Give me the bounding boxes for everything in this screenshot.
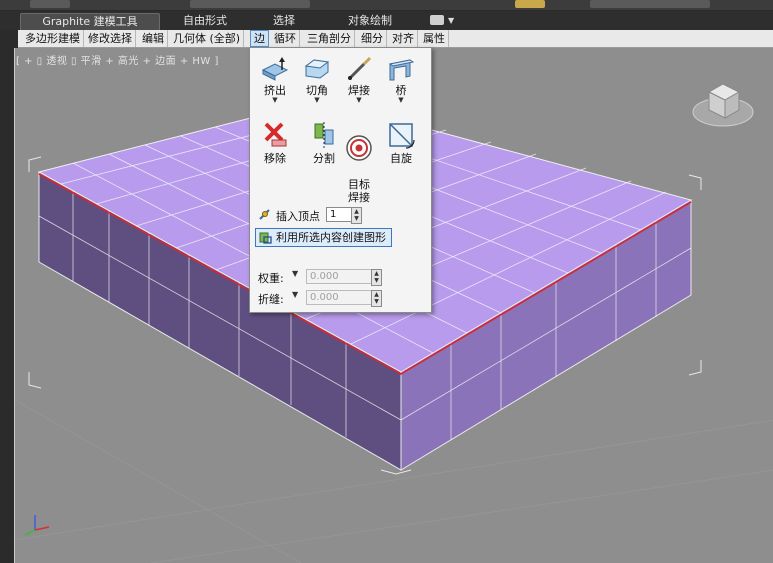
- insert-vertex-button[interactable]: 插入顶点: [276, 208, 320, 224]
- weld-icon: [348, 56, 372, 80]
- tab-selection[interactable]: 选择: [262, 13, 306, 29]
- target-weld-icon: [346, 135, 372, 161]
- create-shape-icon: [259, 232, 272, 244]
- panel-tab-triangulation[interactable]: 三角剖分: [304, 30, 355, 47]
- chevron-down-icon[interactable]: ▼: [448, 16, 454, 25]
- split-icon: [314, 122, 334, 148]
- ribbon-tab-bar: Graphite 建模工具 自由形式 选择 对象绘制 ▼: [0, 11, 773, 30]
- panel-tab-subdivision[interactable]: 细分: [358, 30, 387, 47]
- target-weld-button[interactable]: 目标 焊接: [342, 120, 376, 204]
- tab-freeform[interactable]: 自由形式: [170, 13, 240, 29]
- panel-tab-properties[interactable]: 属性: [420, 30, 449, 47]
- remove-button[interactable]: 移除: [258, 120, 292, 165]
- chevron-down-icon[interactable]: ▼: [292, 269, 298, 278]
- tab-object-paint[interactable]: 对象绘制: [330, 13, 410, 29]
- tab-graphite-modeling[interactable]: Graphite 建模工具: [20, 13, 160, 30]
- main-toolbar: [0, 0, 773, 11]
- extrude-button[interactable]: 挤出 ▼: [258, 56, 292, 104]
- weld-button[interactable]: 焊接 ▼: [342, 56, 376, 104]
- edge-tools-panel: 挤出 ▼ 切角 ▼ 焊接 ▼ 桥 ▼ 移除 分割 目标 焊接 自旋 插入顶点 1…: [249, 47, 432, 313]
- spin-icon: [389, 123, 415, 149]
- ribbon-panel-tabs: 多边形建模 修改选择 编辑 几何体 (全部) 边 循环 三角剖分 细分 对齐 属…: [18, 30, 773, 48]
- panel-tab-edges[interactable]: 边: [250, 30, 269, 47]
- viewport-label[interactable]: [ + ▯ 透视 ▯ 平滑 + 高光 + 边面 + HW ]: [16, 52, 219, 67]
- panel-tab-modify-selection[interactable]: 修改选择: [85, 30, 136, 47]
- panel-tab-align[interactable]: 对齐: [389, 30, 418, 47]
- insert-vertex-icon: [259, 209, 270, 220]
- insert-vertex-count-field[interactable]: 1: [326, 207, 353, 222]
- chevron-down-icon[interactable]: ▼: [292, 290, 298, 299]
- chamfer-button[interactable]: 切角 ▼: [300, 56, 334, 104]
- view-cube-icon: [692, 83, 754, 127]
- panel-tab-loops[interactable]: 循环: [271, 30, 300, 47]
- ribbon-options-dropdown[interactable]: [430, 15, 444, 25]
- insert-vertex-spinner[interactable]: ▲ ▼: [351, 207, 362, 224]
- crease-fold-label: 折缝:: [258, 293, 284, 306]
- remove-icon: [264, 122, 287, 147]
- toolbar-buttons[interactable]: [590, 0, 710, 8]
- bridge-icon: [388, 59, 415, 81]
- toolbar-buttons[interactable]: [190, 0, 310, 8]
- split-button[interactable]: 分割: [304, 120, 344, 165]
- crease-weight-field[interactable]: 0.000: [306, 269, 373, 284]
- spin-edge-button[interactable]: 自旋: [384, 120, 418, 165]
- crease-fold-field[interactable]: 0.000: [306, 290, 373, 305]
- create-shape-from-selection-button[interactable]: 利用所选内容创建图形: [255, 228, 392, 247]
- extrude-icon: [261, 57, 289, 81]
- toolbar-buttons[interactable]: [30, 0, 70, 8]
- crease-fold-spinner[interactable]: ▲ ▼: [371, 290, 382, 307]
- panel-tab-geometry-all[interactable]: 几何体 (全部): [170, 30, 245, 47]
- panel-tab-polygon-modeling[interactable]: 多边形建模: [22, 30, 84, 47]
- crease-weight-label: 权重:: [258, 272, 284, 285]
- toolbar-button-active[interactable]: [515, 0, 545, 8]
- panel-tab-edit[interactable]: 编辑: [139, 30, 168, 47]
- chamfer-icon: [304, 59, 330, 79]
- crease-weight-spinner[interactable]: ▲ ▼: [371, 269, 382, 286]
- bridge-button[interactable]: 桥 ▼: [384, 56, 418, 104]
- axis-gizmo-icon: [24, 515, 50, 536]
